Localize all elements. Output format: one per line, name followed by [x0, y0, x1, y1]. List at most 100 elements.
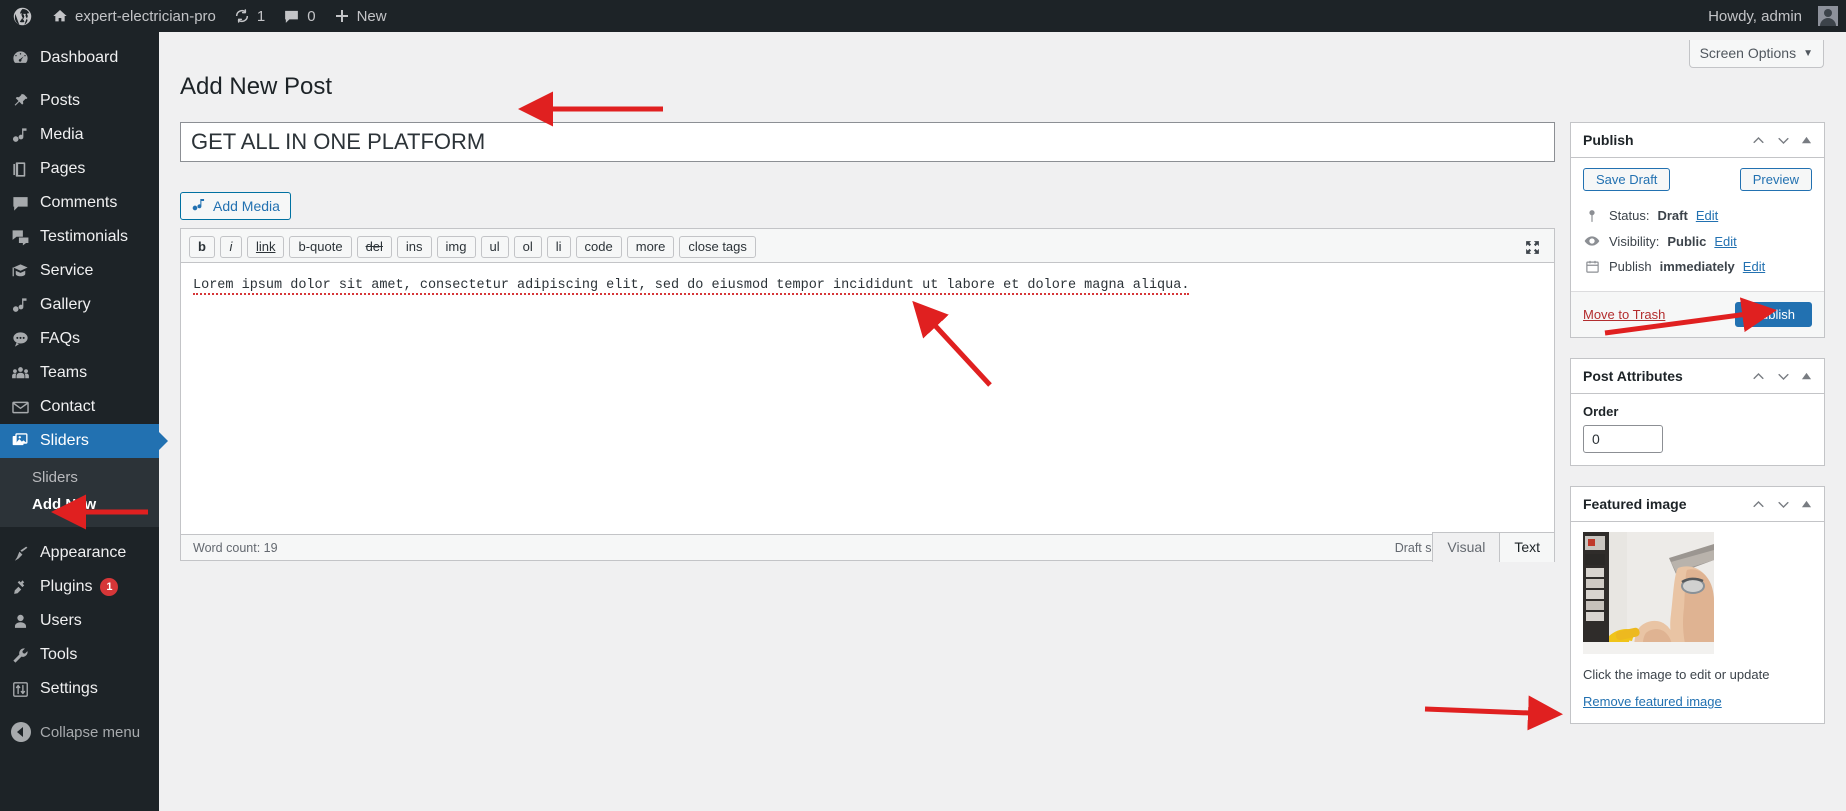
qt-button-img[interactable]: img: [436, 236, 476, 258]
qt-button-bold[interactable]: b: [189, 236, 215, 258]
qt-button-code[interactable]: code: [575, 236, 622, 258]
edit-publish-time-link[interactable]: Edit: [1743, 259, 1765, 274]
new-content-menu[interactable]: New: [325, 0, 396, 32]
sidebar-subitem-add-new[interactable]: Add New: [0, 491, 159, 518]
word-count-label: Word count: 19: [193, 540, 278, 555]
pin-icon: [11, 91, 34, 111]
menu-spacer-1: [0, 75, 159, 84]
sidebar-item-label: Contact: [40, 398, 96, 415]
qt-button-ol[interactable]: ol: [513, 236, 542, 258]
sidebar-item-settings[interactable]: Settings: [0, 672, 159, 706]
screen-options-button[interactable]: Screen Options ▼: [1688, 40, 1824, 68]
chevron-down-icon[interactable]: [1776, 133, 1791, 148]
sidebar-item-posts[interactable]: Posts: [0, 84, 159, 118]
post-attributes-metabox: Post Attributes Order: [1570, 358, 1825, 466]
user-avatar-icon: [1818, 6, 1838, 26]
publish-button[interactable]: Publish: [1735, 302, 1812, 327]
main-content-area: Screen Options ▼ Add New Post Add Media …: [159, 32, 1846, 811]
toggle-panel-icon[interactable]: [1801, 135, 1812, 146]
media-icon: [11, 125, 34, 145]
featured-image-thumbnail[interactable]: [1583, 532, 1714, 654]
sidebar-item-gallery[interactable]: Gallery: [0, 288, 159, 322]
qt-button-italic[interactable]: i: [219, 236, 242, 258]
sidebar-item-label: Posts: [40, 92, 81, 109]
sidebar-item-faqs[interactable]: FAQs: [0, 322, 159, 356]
status-prefix: Status:: [1609, 208, 1650, 223]
wordpress-logo-button[interactable]: [0, 0, 43, 32]
collapse-menu-label: Collapse menu: [40, 723, 141, 741]
metabox-controls: [1751, 369, 1812, 384]
sidebar-item-dashboard[interactable]: Dashboard: [0, 41, 159, 75]
media-icon: [11, 295, 34, 315]
sidebar-item-appearance[interactable]: Appearance: [0, 536, 159, 570]
comments-menu[interactable]: 0: [274, 0, 324, 32]
tab-text[interactable]: Text: [1499, 532, 1555, 562]
sidebar-item-media[interactable]: Media: [0, 118, 159, 152]
sidebar-item-contact[interactable]: Contact: [0, 390, 159, 424]
sidebar-item-pages[interactable]: Pages: [0, 152, 159, 186]
remove-featured-image-link[interactable]: Remove featured image: [1583, 694, 1722, 709]
publish-metabox-body: Save Draft Preview Status: Draft Edit Vi…: [1571, 158, 1824, 291]
save-draft-button[interactable]: Save Draft: [1583, 168, 1671, 191]
chevron-down-icon[interactable]: [1776, 497, 1791, 512]
chevron-up-icon[interactable]: [1751, 497, 1766, 512]
edit-status-link[interactable]: Edit: [1696, 208, 1718, 223]
sidebar-item-plugins[interactable]: Plugins 1: [0, 570, 159, 604]
chevron-up-icon[interactable]: [1751, 369, 1766, 384]
edit-visibility-link[interactable]: Edit: [1714, 234, 1736, 249]
sidebar-item-comments[interactable]: Comments: [0, 186, 159, 220]
sidebar-item-testimonials[interactable]: Testimonials: [0, 220, 159, 254]
sidebar-subitem-sliders[interactable]: Sliders: [0, 464, 159, 491]
publish-time-prefix: Publish: [1609, 259, 1652, 274]
distraction-free-icon[interactable]: [1520, 236, 1544, 258]
qt-button-link[interactable]: link: [246, 236, 285, 258]
updates-menu[interactable]: 1: [225, 0, 274, 32]
status-row: Status: Draft Edit: [1583, 203, 1812, 228]
sidebar-item-service[interactable]: Service: [0, 254, 159, 288]
qt-button-del[interactable]: del: [356, 236, 392, 258]
add-media-button[interactable]: Add Media: [180, 192, 291, 220]
tab-visual[interactable]: Visual: [1432, 532, 1501, 562]
qt-button-close-tags[interactable]: close tags: [679, 236, 756, 258]
visibility-value: Public: [1667, 233, 1707, 249]
page-title: Add New Post: [180, 73, 333, 100]
sidebar-item-tools[interactable]: Tools: [0, 638, 159, 672]
toggle-panel-icon[interactable]: [1801, 499, 1812, 510]
qt-button-more[interactable]: more: [626, 236, 675, 258]
plus-icon: [334, 8, 350, 24]
sidebar-item-teams[interactable]: Teams: [0, 356, 159, 390]
home-icon: [52, 8, 68, 24]
quicktags-toolbar: b i link b-quote del ins img ul ol li co…: [181, 229, 1554, 263]
post-title-input[interactable]: [180, 122, 1555, 162]
collapse-menu-button[interactable]: Collapse menu: [0, 715, 159, 749]
sidebar-item-users[interactable]: Users: [0, 604, 159, 638]
plugins-update-badge: 1: [100, 578, 119, 596]
comment-bubble-icon: [11, 193, 34, 213]
editor-content-text: Lorem ipsum dolor sit amet, consectetur …: [193, 278, 1190, 295]
toggle-panel-icon[interactable]: [1801, 371, 1812, 382]
visibility-prefix: Visibility:: [1609, 233, 1660, 249]
sidebar-item-label: Pages: [40, 160, 86, 177]
site-name-menu[interactable]: expert-electrician-pro: [43, 0, 225, 32]
sliders-images-icon: [11, 431, 34, 451]
qt-button-ul[interactable]: ul: [480, 236, 509, 258]
site-name-label: expert-electrician-pro: [75, 7, 216, 25]
menu-order-input[interactable]: [1583, 425, 1663, 453]
post-attributes-header: Post Attributes: [1571, 359, 1824, 394]
media-icon: [191, 197, 207, 216]
sidebar-item-label: Testimonials: [40, 228, 129, 245]
chevron-up-icon[interactable]: [1751, 133, 1766, 148]
chevron-down-icon: ▼: [1803, 47, 1813, 59]
sidebar-item-sliders[interactable]: Sliders: [0, 424, 168, 458]
testimonials-icon: [11, 227, 34, 247]
qt-button-bquote[interactable]: b-quote: [289, 236, 352, 258]
post-content-textarea[interactable]: Lorem ipsum dolor sit amet, consectetur …: [181, 263, 1554, 534]
my-account-menu[interactable]: Howdy, admin: [1699, 0, 1846, 32]
groups-icon: [11, 363, 34, 383]
qt-button-ins[interactable]: ins: [396, 236, 432, 258]
featured-image-title: Featured image: [1583, 496, 1687, 512]
chevron-down-icon[interactable]: [1776, 369, 1791, 384]
move-to-trash-link[interactable]: Move to Trash: [1583, 307, 1665, 322]
preview-button[interactable]: Preview: [1739, 168, 1812, 191]
qt-button-li[interactable]: li: [546, 236, 571, 258]
